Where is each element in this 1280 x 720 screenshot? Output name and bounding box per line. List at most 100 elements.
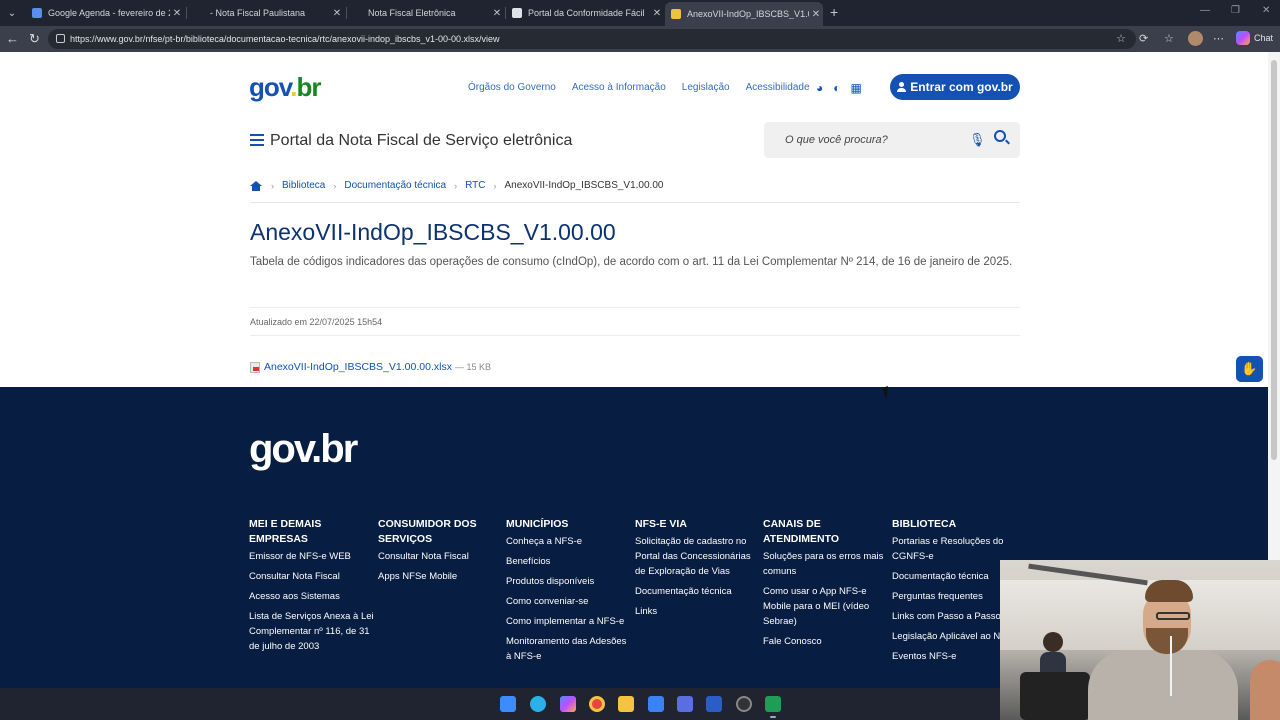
close-tab-icon[interactable]: ✕ xyxy=(170,8,184,19)
browser-toolbar: ← ↻ https://www.gov.br/nfse/pt-br/biblio… xyxy=(0,26,1280,52)
footer-link[interactable]: Benefícios xyxy=(506,554,631,569)
user-icon xyxy=(897,82,907,92)
file-download: AnexoVII-IndOp_IBSCBS_V1.00.00.xlsx — 15… xyxy=(250,361,491,373)
cookie-icon[interactable]: ◕ xyxy=(816,81,823,95)
link-acessibilidade[interactable]: Acessibilidade xyxy=(746,82,810,93)
spreadsheet-file-icon xyxy=(250,361,260,373)
footer-link[interactable]: Documentação técnica xyxy=(635,584,760,599)
footer-column-mei: MEI E DEMAIS EMPRESAS Emissor de NFS-e W… xyxy=(249,518,374,654)
reload-icon[interactable]: ↻ xyxy=(29,31,40,47)
edge-icon[interactable] xyxy=(530,696,546,712)
apps-grid-icon[interactable]: ▦ xyxy=(851,81,862,95)
link-legislacao[interactable]: Legislação xyxy=(682,82,730,93)
footer-column-municipios: MUNICÍPIOS Conheça a NFS-e Benefícios Pr… xyxy=(506,517,631,669)
footer-link[interactable]: Consultar Nota Fiscal xyxy=(249,569,374,584)
footer-link[interactable]: Soluções para os erros mais comuns xyxy=(763,549,888,579)
site-info-icon[interactable] xyxy=(56,34,65,43)
footer-govbr-logo[interactable]: gov.br xyxy=(249,427,358,472)
link-acesso-a-informacao[interactable]: Acesso à Informação xyxy=(572,82,666,93)
file-download-link[interactable]: AnexoVII-IndOp_IBSCBS_V1.00.00.xlsx xyxy=(264,361,452,373)
tab-nota-fiscal-eletronica[interactable]: Nota Fiscal Eletrônica ✕ xyxy=(346,3,504,23)
footer-link[interactable]: Perguntas frequentes xyxy=(892,589,1017,604)
footer-link[interactable]: Consultar Nota Fiscal xyxy=(378,549,503,564)
footer-link[interactable]: Como implementar a NFS-e xyxy=(506,614,631,629)
footer-link[interactable]: Eventos NFS-e xyxy=(892,649,1017,664)
tab-google-agenda[interactable]: Google Agenda - fevereiro de 202 ✕ xyxy=(26,3,184,23)
breadcrumb-biblioteca[interactable]: Biblioteca xyxy=(282,180,325,191)
more-menu-icon[interactable]: ⋯ xyxy=(1213,32,1224,45)
tab-portal-conformidade[interactable]: Portal da Conformidade Fácil ✕ xyxy=(506,3,664,23)
footer-link[interactable]: Apps NFSe Mobile xyxy=(378,569,503,584)
favorites-icon[interactable]: ☆ xyxy=(1164,32,1174,45)
footer-link[interactable]: Monitoramento das Adesões à NFS-e xyxy=(506,634,631,664)
footer-link[interactable]: Produtos disponíveis xyxy=(506,574,631,589)
refresh-extension-icon[interactable]: ⟳ xyxy=(1139,32,1148,45)
govbr-logo[interactable]: gov.br xyxy=(249,72,322,103)
divider xyxy=(250,335,1020,336)
footer-link[interactable]: Como conveniar-se xyxy=(506,594,631,609)
calendar-icon xyxy=(32,8,42,18)
header-icons: ◕ ◐ ▦ xyxy=(816,81,862,95)
chrome-icon[interactable] xyxy=(589,696,605,712)
new-tab-button[interactable]: + xyxy=(830,4,838,20)
teams-icon[interactable] xyxy=(677,696,693,712)
minimize-icon[interactable]: — xyxy=(1200,5,1210,16)
footer-link[interactable]: Lista de Serviços Anexa à Lei Complement… xyxy=(249,609,374,654)
breadcrumb-documentacao-tecnica[interactable]: Documentação técnica xyxy=(344,180,446,191)
maximize-icon[interactable]: ❐ xyxy=(1231,5,1240,16)
vlibras-hand-icon[interactable]: ✋ xyxy=(1236,356,1263,382)
todo-icon[interactable] xyxy=(648,696,664,712)
divider xyxy=(250,307,1020,308)
footer-link[interactable]: Solicitação de cadastro no Portal das Co… xyxy=(635,534,760,579)
address-bar[interactable]: https://www.gov.br/nfse/pt-br/biblioteca… xyxy=(48,29,1136,49)
profile-avatar-icon[interactable] xyxy=(1188,31,1203,46)
footer-link[interactable]: Conheça a NFS-e xyxy=(506,534,631,549)
url-text: https://www.gov.br/nfse/pt-br/biblioteca… xyxy=(70,34,500,44)
footer-link[interactable]: Acesso aos Sistemas xyxy=(249,589,374,604)
word-icon[interactable] xyxy=(706,696,722,712)
footer-link[interactable]: Legislação Aplicável ao N xyxy=(892,629,1017,644)
contrast-icon[interactable]: ◐ xyxy=(833,81,840,95)
portal-title: Portal da Nota Fiscal de Serviço eletrôn… xyxy=(270,132,573,149)
scrollbar-thumb[interactable] xyxy=(1271,60,1277,460)
close-tab-icon[interactable]: ✕ xyxy=(490,8,504,19)
close-window-icon[interactable]: ✕ xyxy=(1262,5,1270,16)
copilot-icon xyxy=(1236,31,1250,45)
footer-link[interactable]: Emissor de NFS-e WEB xyxy=(249,549,374,564)
page-icon xyxy=(194,8,204,18)
windows-start-icon[interactable] xyxy=(500,696,516,712)
footer-column-biblioteca: BIBLIOTECA Portarias e Resoluções do CGN… xyxy=(892,517,1017,669)
copilot-chat-button[interactable]: Chat xyxy=(1236,31,1273,45)
breadcrumb-rtc[interactable]: RTC xyxy=(465,180,485,191)
obs-icon[interactable] xyxy=(736,696,752,712)
updated-timestamp: Atualizado em 22/07/2025 15h54 xyxy=(250,317,383,327)
footer-column-consumidor: CONSUMIDOR DOS SERVIÇOS Consultar Nota F… xyxy=(378,517,503,589)
footer-link[interactable]: Links xyxy=(635,604,760,619)
hamburger-menu-icon[interactable] xyxy=(250,134,264,146)
home-icon[interactable] xyxy=(250,180,262,191)
footer-column-canais: CANAIS DE ATENDIMENTO Soluções para os e… xyxy=(763,517,888,654)
close-tab-icon[interactable]: ✕ xyxy=(330,8,344,19)
back-arrow-icon[interactable]: ← xyxy=(6,31,19,46)
bookmark-star-icon[interactable]: ☆ xyxy=(1116,32,1126,45)
footer-link[interactable]: Portarias e Resoluções do CGNFS-e xyxy=(892,534,1017,564)
footer-link[interactable]: Fale Conosco xyxy=(763,634,888,649)
file-size: — 15 KB xyxy=(454,362,491,372)
tab-anexovii-active[interactable]: AnexoVII-IndOp_IBSCBS_V1.00.00 ✕ xyxy=(665,2,823,26)
copilot-icon[interactable] xyxy=(560,696,576,712)
link-orgaos-do-governo[interactable]: Órgãos do Governo xyxy=(468,82,556,93)
footer-link[interactable]: Como usar o App NFS-e Mobile para o MEI … xyxy=(763,584,888,629)
webcam-overlay xyxy=(1000,560,1280,720)
search-icon[interactable] xyxy=(994,130,1006,142)
tab-list-chevron-icon[interactable]: ⌄ xyxy=(0,0,24,26)
file-explorer-icon[interactable] xyxy=(618,696,634,712)
microphone-icon[interactable]: 🎙︎ xyxy=(969,132,986,148)
footer-link[interactable]: Links com Passo a Passo xyxy=(892,609,1017,624)
search-input[interactable]: O que você procura? 🎙︎ xyxy=(764,122,1020,158)
login-govbr-button[interactable]: Entrar com gov.br xyxy=(890,74,1020,100)
excel-icon[interactable] xyxy=(765,696,781,718)
tab-nota-fiscal-paulistana[interactable]: - Nota Fiscal Paulistana ✕ xyxy=(188,3,344,23)
close-tab-icon[interactable]: ✕ xyxy=(650,8,664,19)
footer-link[interactable]: Documentação técnica xyxy=(892,569,1017,584)
close-tab-icon[interactable]: ✕ xyxy=(809,9,823,20)
